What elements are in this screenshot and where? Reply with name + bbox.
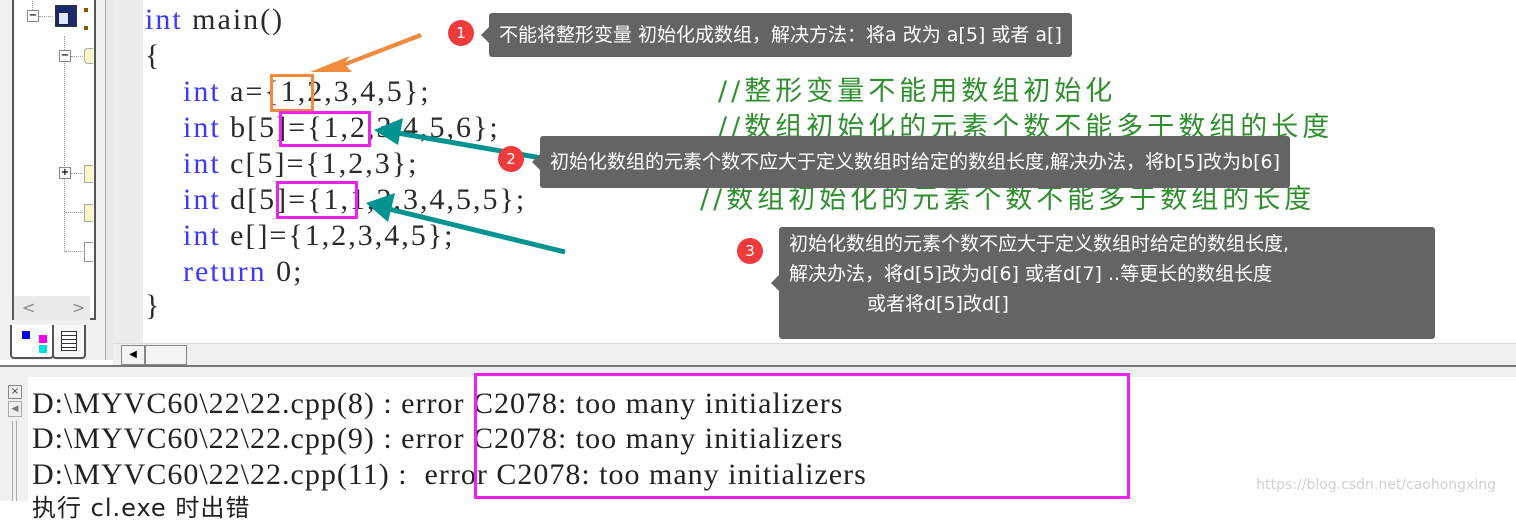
note-line: 解决办法，将d[5]改为d[6] 或者d[7] ..等更长的数组长度	[789, 263, 1273, 285]
file-path: D:\MYVC60\22\22.cpp(9)	[32, 422, 384, 455]
annotation-badge-3: 3	[737, 238, 763, 264]
output-line-partial[interactable]: 执行 cl.exe 时出错	[32, 490, 250, 526]
close-icon[interactable]: ×	[8, 385, 22, 399]
annotation-badge-1: 1	[448, 20, 474, 46]
note-line: 初始化数组的元素个数不应大于定义数组时给定的数组长度,	[789, 233, 1290, 255]
note-line: 或者将d[5]改d[]	[867, 293, 1009, 315]
highlight-box-errors	[474, 373, 1130, 499]
annotation-badge-2: 2	[498, 146, 524, 172]
watermark: https://blog.csdn.net/caohongxing	[1256, 477, 1496, 493]
gripper-bar	[12, 421, 17, 501]
annotation-note-1: 不能将整形变量 初始化成数组，解决方法：将a 改为 a[5] 或者 a[]	[481, 13, 1072, 57]
separator: :	[398, 458, 417, 491]
arrow-1	[310, 33, 422, 72]
separator: :	[383, 387, 402, 420]
scroll-left-icon[interactable]: ◀	[8, 401, 22, 417]
file-path: D:\MYVC60\22\22.cpp(11)	[32, 458, 399, 491]
file-path: D:\MYVC60\22\22.cpp(8)	[32, 387, 384, 420]
arrow-3	[366, 193, 566, 255]
separator: :	[383, 422, 402, 455]
annotation-note-3: 初始化数组的元素个数不应大于定义数组时给定的数组长度, 解决办法，将d[5]改为…	[771, 227, 1435, 339]
annotation-note-2: 初始化数组的元素个数不应大于定义数组时给定的数组长度,解决办法，将b[5]改为b…	[532, 136, 1290, 188]
output-pane-gripper: × ◀	[0, 377, 28, 501]
